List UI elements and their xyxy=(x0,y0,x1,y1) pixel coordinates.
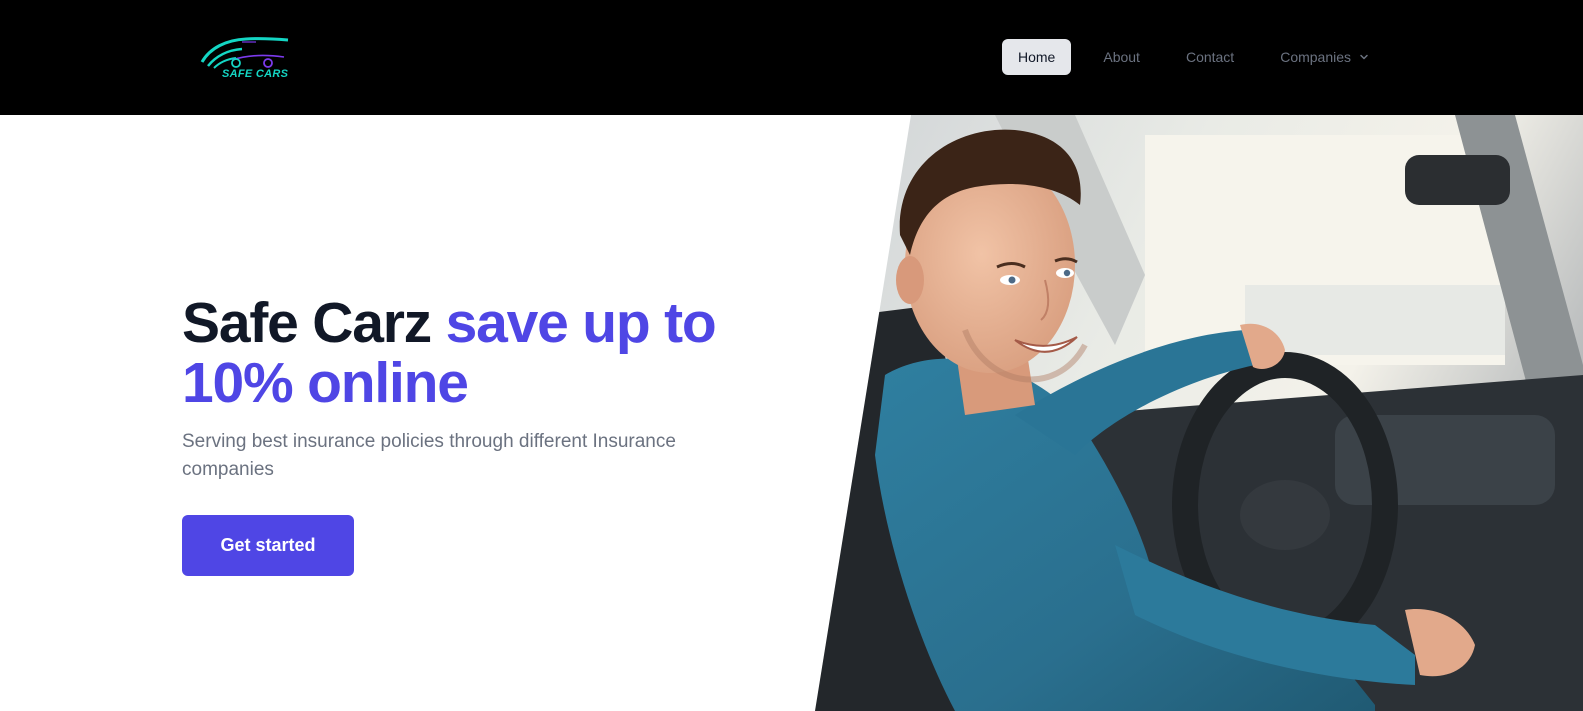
nav-home[interactable]: Home xyxy=(1002,39,1072,75)
safe-cars-logo[interactable]: SAFE CARS xyxy=(196,30,292,88)
chevron-down-icon xyxy=(1360,54,1368,60)
hero-subtext: Serving best insurance policies through … xyxy=(182,431,676,480)
hero-headline: Safe Carz save up to 10% online xyxy=(182,293,802,413)
nav-contact-label: Contact xyxy=(1185,49,1235,65)
logo-text: SAFE CARS xyxy=(222,68,289,80)
main-nav: Home About Contact Companies xyxy=(1002,39,1385,75)
nav-about[interactable]: About xyxy=(1087,39,1156,75)
nav-contact[interactable]: Contact xyxy=(1170,39,1250,75)
nav-companies-dropdown[interactable]: Companies xyxy=(1264,39,1385,75)
get-started-button[interactable]: Get started xyxy=(182,515,354,576)
top-navbar: SAFE CARS Home About Contact Companies xyxy=(0,0,1583,115)
car-logo-icon xyxy=(200,37,289,69)
nav-about-label: About xyxy=(1103,49,1140,65)
hero-photo-driver xyxy=(815,115,1583,711)
headline-main: Safe Carz xyxy=(182,291,446,355)
nav-companies-label: Companies xyxy=(1280,49,1352,65)
nav-home-label: Home xyxy=(1018,49,1056,65)
